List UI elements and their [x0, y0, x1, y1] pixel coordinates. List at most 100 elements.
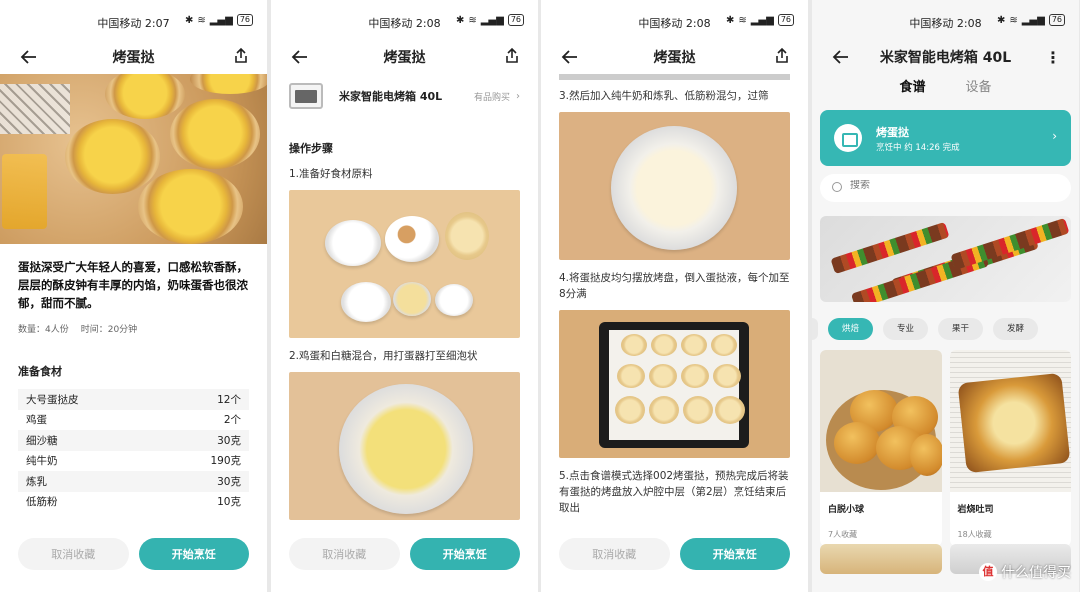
page-title: 烤蛋挞: [112, 50, 155, 66]
ingredients-title: 准备食材: [18, 365, 62, 378]
battery-icon: 76: [777, 14, 794, 26]
cooking-recipe-name: 烤蛋挞: [876, 126, 909, 139]
ingredient-name: 炼乳: [26, 475, 47, 488]
recipe-intro-text: 蛋挞深受广大年轻人的喜爱，口感松软香酥，层层的酥皮钟有丰厚的内馅，奶味蛋香也很浓…: [18, 260, 248, 310]
ingredient-row: 鸡蛋 2个: [18, 410, 249, 431]
product-link[interactable]: 米家智能电烤箱 40L 有品购买 ›: [271, 74, 538, 114]
page-title: 烤蛋挞: [653, 50, 696, 66]
step-text: 2.鸡蛋和白糖混合，用打蛋器打至细泡状: [289, 350, 478, 362]
cancel-favorite-button[interactable]: 取消收藏: [289, 538, 400, 570]
recipe-card-image: [949, 350, 1071, 492]
recipe-card-partial[interactable]: [820, 544, 942, 574]
bluetooth-icon: ✱: [184, 14, 194, 26]
step-text: 5.点击食谱模式选择002烤蛋挞，预热完成后将装有蛋挞的烤盘放入炉腔中层（第2层…: [559, 470, 789, 514]
category-chip[interactable]: 专业: [883, 318, 929, 340]
chevron-right-icon: ›: [516, 90, 520, 102]
status-icons: ✱ ≋ ▂▄▆ 76: [997, 14, 1065, 26]
share-icon[interactable]: [231, 46, 251, 66]
start-cooking-button[interactable]: 开始烹饪: [679, 538, 790, 570]
more-options-icon[interactable]: ⋮: [1045, 48, 1061, 67]
status-bar: 中国移动 2:08 ✱ ≋ ▂▄▆ 76: [541, 0, 808, 40]
steps-title: 操作步骤: [289, 142, 333, 155]
watermark-text: 什么值得买: [1001, 565, 1071, 581]
watermark-logo-icon: 值: [979, 563, 997, 581]
page-title: 烤蛋挞: [383, 50, 426, 66]
ingredient-name: 细沙糖: [26, 434, 58, 447]
oven-icon: [289, 83, 323, 109]
bluetooth-icon: ✱: [996, 14, 1006, 26]
recipe-card-favs: 7人收藏: [828, 530, 858, 539]
recipe-hero-image: [0, 74, 267, 244]
category-chip[interactable]: 烘焙: [828, 318, 874, 340]
recipe-detail-screen: 中国移动 2:07 ✱ ≋ ▂▄▆ 76 烤蛋挞 蛋挞深受广大年轻人的喜爱，口感…: [0, 0, 267, 592]
wifi-icon: ≋: [468, 14, 477, 26]
ingredient-amount: 30克: [217, 475, 241, 488]
product-buy-link[interactable]: 有品购买: [474, 90, 510, 103]
top-navigation: 烤蛋挞: [271, 40, 538, 74]
recipe-card-image: [820, 350, 942, 492]
recipe-steps-screen: 中国移动 2:08 ✱ ≋ ▂▄▆ 76 烤蛋挞 米家智能电烤箱 40L 有品购…: [271, 0, 538, 592]
wifi-icon: ≋: [197, 14, 206, 26]
search-bar[interactable]: [820, 174, 1071, 202]
top-navigation: 烤蛋挞: [541, 40, 808, 74]
cancel-favorite-button[interactable]: 取消收藏: [559, 538, 670, 570]
status-icons: ✱ ≋ ▂▄▆ 76: [456, 14, 524, 26]
category-chip-partial[interactable]: [812, 318, 818, 340]
category-chip[interactable]: 发酵: [993, 318, 1039, 340]
tab-recipes[interactable]: 食谱: [899, 76, 925, 106]
battery-icon: 76: [507, 14, 524, 26]
cooking-status-text: 烹饪中 约 14:26 完成: [876, 143, 960, 153]
tab-bar: 食谱 设备: [812, 76, 1079, 106]
category-chips: 烘焙 专业 果干 发酵: [812, 318, 1079, 340]
ingredient-row: 纯牛奶 190克: [18, 451, 249, 472]
recipe-grid: 白脱小球 7人收藏 岩烧吐司 18人收藏: [820, 350, 1071, 546]
previous-step-image-edge: [559, 74, 790, 80]
cancel-favorite-button[interactable]: 取消收藏: [18, 538, 129, 570]
share-icon[interactable]: [502, 46, 522, 66]
step-image: [559, 112, 790, 260]
search-input[interactable]: [850, 180, 1050, 191]
search-icon: [832, 182, 842, 192]
cooking-status-card[interactable]: 烤蛋挞 烹饪中 约 14:26 完成 ›: [820, 110, 1071, 166]
featured-banner[interactable]: [820, 216, 1071, 302]
signal-icon: ▂▄▆: [750, 14, 774, 26]
signal-icon: ▂▄▆: [480, 14, 504, 26]
step-image: [559, 310, 790, 458]
product-name: 米家智能电烤箱 40L: [339, 90, 443, 103]
ingredients-table: 大号蛋挞皮 12个 鸡蛋 2个 细沙糖 30克 纯牛奶 190克 炼乳 30克 低筋粉 10…: [18, 389, 249, 512]
ingredient-row: 炼乳 30克: [18, 471, 249, 492]
ingredient-name: 纯牛奶: [26, 455, 58, 468]
oven-icon: [834, 124, 862, 152]
recipe-card[interactable]: 岩烧吐司 18人收藏: [949, 350, 1071, 546]
status-bar: 中国移动 2:07 ✱ ≋ ▂▄▆ 76: [0, 0, 267, 40]
ingredient-row: 大号蛋挞皮 12个: [18, 389, 249, 410]
recipe-card[interactable]: 白脱小球 7人收藏: [820, 350, 942, 546]
device-title: 米家智能电烤箱 40L: [879, 50, 1012, 66]
ingredient-amount: 2个: [223, 414, 241, 427]
wifi-icon: ≋: [738, 14, 747, 26]
share-icon[interactable]: [772, 46, 792, 66]
step-text: 1.准备好食材原料: [289, 168, 373, 180]
ingredient-row: 低筋粉 10克: [18, 492, 249, 513]
oven-app-recipes-screen: 中国移动 2:08 ✱ ≋ ▂▄▆ 76 米家智能电烤箱 40L ⋮ 食谱 设备…: [812, 0, 1079, 592]
battery-icon: 76: [1048, 14, 1065, 26]
ingredient-row: 细沙糖 30克: [18, 430, 249, 451]
ingredient-amount: 30克: [217, 434, 241, 447]
tab-device[interactable]: 设备: [966, 76, 992, 106]
bluetooth-icon: ✱: [455, 14, 465, 26]
category-chip[interactable]: 果干: [938, 318, 984, 340]
status-bar: 中国移动 2:08 ✱ ≋ ▂▄▆ 76: [271, 0, 538, 40]
watermark: 值 什么值得买: [979, 562, 1071, 582]
bluetooth-icon: ✱: [725, 14, 735, 26]
start-cooking-button[interactable]: 开始烹饪: [409, 538, 520, 570]
status-bar: 中国移动 2:08 ✱ ≋ ▂▄▆ 76: [812, 0, 1079, 40]
ingredient-name: 大号蛋挞皮: [26, 393, 79, 406]
signal-icon: ▂▄▆: [1021, 14, 1045, 26]
start-cooking-button[interactable]: 开始烹饪: [138, 538, 249, 570]
ingredient-amount: 190克: [210, 455, 241, 468]
recipe-steps-continued-screen: 中国移动 2:08 ✱ ≋ ▂▄▆ 76 烤蛋挞 3.然后加入纯牛奶和炼乳、低筋…: [541, 0, 808, 592]
recipe-card-favs: 18人收藏: [957, 530, 992, 539]
wifi-icon: ≋: [1009, 14, 1018, 26]
status-icons: ✱ ≋ ▂▄▆ 76: [185, 14, 253, 26]
step-text: 3.然后加入纯牛奶和炼乳、低筋粉混匀，过筛: [559, 90, 769, 102]
